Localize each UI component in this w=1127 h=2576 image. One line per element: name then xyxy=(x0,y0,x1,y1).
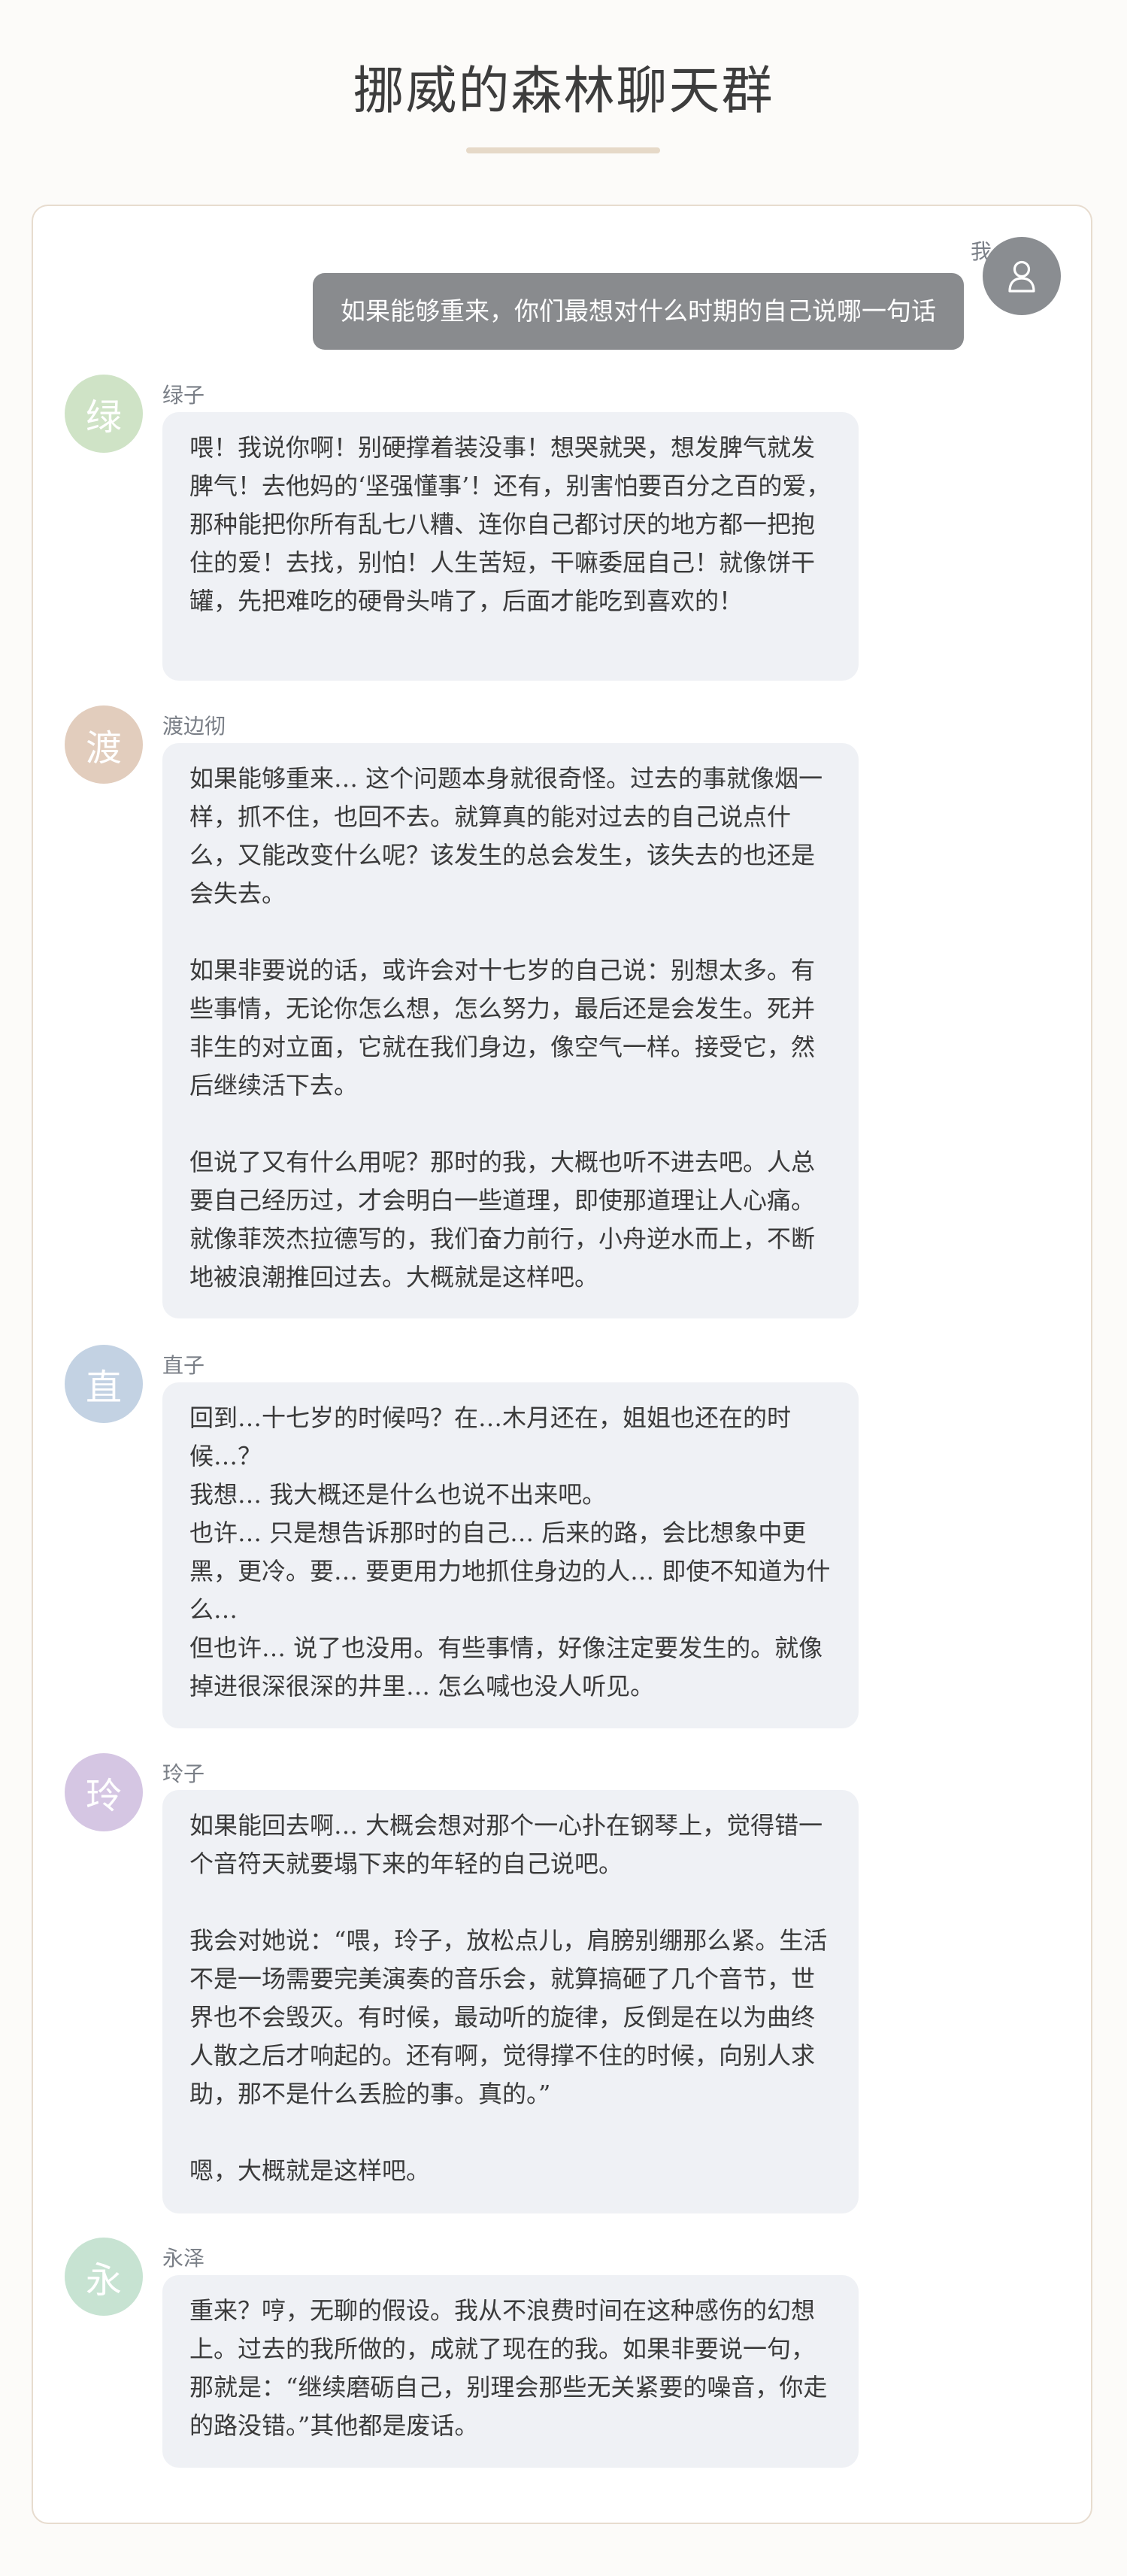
avatar-naoko[interactable]: 直 xyxy=(65,1345,143,1423)
avatar-watanabe[interactable]: 渡 xyxy=(65,705,143,784)
my-avatar[interactable] xyxy=(983,237,1061,315)
avatar-reiko[interactable]: 玲 xyxy=(65,1753,143,1831)
message-bubble-midori[interactable]: 喂！我说你啊！别硬撑着装没事！想哭就哭，想发脾气就发脾气！去他妈的‘坚强懂事’！… xyxy=(162,412,859,681)
sender-name-watanabe: 渡边彻 xyxy=(162,714,226,739)
sender-name-nagasawa: 永泽 xyxy=(162,2246,205,2271)
avatar-nagasawa[interactable]: 永 xyxy=(65,2238,143,2316)
my-message-bubble[interactable]: 如果能够重来，你们最想对什么时期的自己说哪一句话 xyxy=(313,273,964,350)
message-bubble-watanabe[interactable]: 如果能够重来… 这个问题本身就很奇怪。过去的事就像烟一样，抓不住，也回不去。就算… xyxy=(162,743,859,1318)
title-divider xyxy=(466,147,660,153)
message-bubble-naoko[interactable]: 回到…十七岁的时候吗？在…木月还在，姐姐也还在的时候…？ 我想… 我大概还是什么… xyxy=(162,1382,859,1728)
message-bubble-reiko[interactable]: 如果能回去啊… 大概会想对那个一心扑在钢琴上，觉得错一个音符天就要塌下来的年轻的… xyxy=(162,1790,859,2213)
page-title: 挪威的森林聊天群 xyxy=(353,62,774,121)
avatar-midori[interactable]: 绿 xyxy=(65,375,143,453)
sender-name-naoko: 直子 xyxy=(162,1353,205,1378)
sender-name-midori: 绿子 xyxy=(162,383,205,408)
user-icon xyxy=(1008,260,1035,293)
sender-name-reiko: 玲子 xyxy=(162,1761,205,1786)
message-bubble-nagasawa[interactable]: 重来？哼，无聊的假设。我从不浪费时间在这种感伤的幻想上。过去的我所做的，成就了现… xyxy=(162,2275,859,2468)
